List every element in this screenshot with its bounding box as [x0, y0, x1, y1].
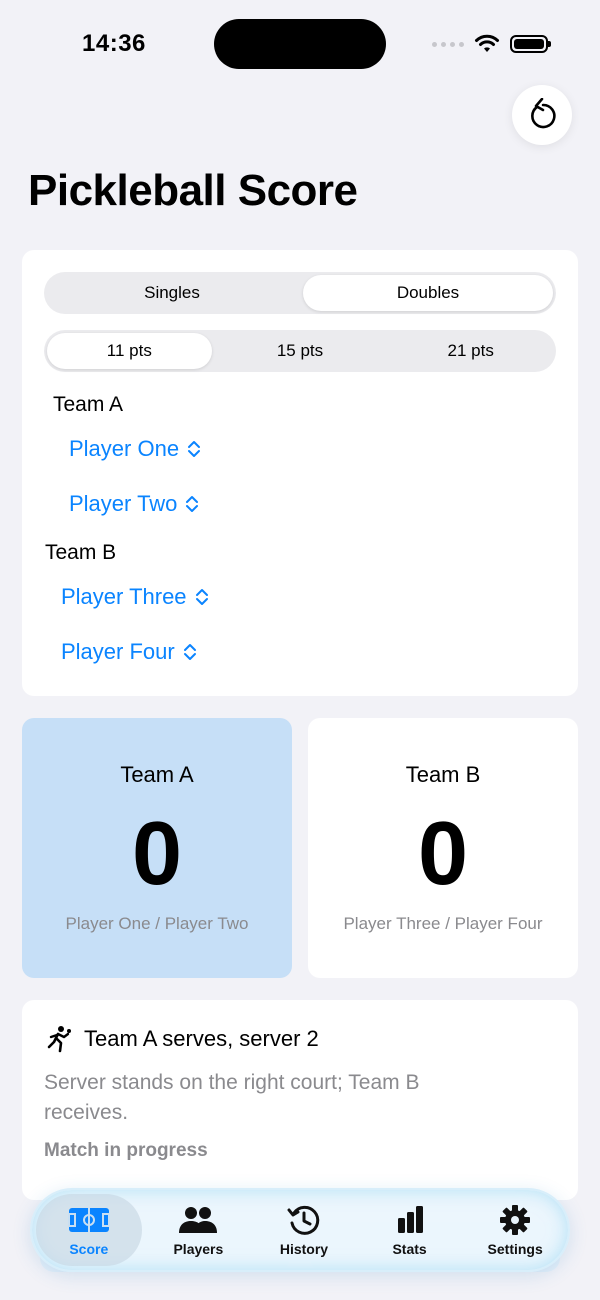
serve-description: Server stands on the right court; Team B…: [44, 1071, 420, 1124]
team-b-label: Team B: [45, 541, 117, 564]
team-a-player1-value: Player One: [69, 436, 180, 461]
match-status: Match in progress: [44, 1140, 208, 1161]
team-b-player2-picker[interactable]: Player Four: [61, 639, 197, 665]
team-a-player2-picker[interactable]: Player Two: [69, 491, 199, 517]
tab-bar: Score Players History Stats Settings: [30, 1188, 570, 1272]
tab-players-label: Players: [173, 1241, 224, 1257]
serve-title: Team A serves, server 2: [84, 1026, 319, 1051]
status-icons: [432, 34, 551, 54]
team-b-player1-picker[interactable]: Player Three: [61, 584, 209, 610]
chart-bars-icon: [397, 1206, 423, 1233]
match-setup-card: Singles Doubles 11 pts 15 pts 21 pts Tea…: [22, 250, 578, 696]
court-icon: [67, 1208, 110, 1232]
tab-history-label: History: [279, 1241, 329, 1257]
tab-settings-label: Settings: [487, 1241, 543, 1257]
team-a-player1-picker[interactable]: Player One: [69, 436, 201, 462]
points-11-option[interactable]: 11 pts: [47, 333, 212, 369]
team-a-players: Player One / Player Two: [65, 914, 249, 933]
points-15-option[interactable]: 15 pts: [218, 333, 383, 369]
battery-icon: [510, 35, 551, 53]
status-bar: 14:36: [0, 0, 600, 90]
chevron-up-down-icon: [183, 644, 196, 660]
team-a-label: Team A: [53, 393, 124, 416]
tab-score[interactable]: Score: [36, 1194, 142, 1266]
points-segmented-control: 11 pts 15 pts 21 pts: [44, 330, 556, 372]
tab-players[interactable]: Players: [146, 1190, 252, 1270]
mode-segmented-control: Singles Doubles: [44, 272, 556, 314]
team-b-players: Player Three / Player Four: [343, 914, 543, 933]
tab-stats-label: Stats: [392, 1241, 427, 1257]
tab-stats[interactable]: Stats: [357, 1190, 463, 1270]
team-a-score-card[interactable]: Team A 0 Player One / Player Two: [22, 718, 292, 978]
team-a-name: Team A: [120, 762, 194, 787]
gear-icon: [500, 1205, 531, 1235]
people-icon: [179, 1207, 218, 1233]
team-a-player2-value: Player Two: [69, 491, 178, 516]
tab-history[interactable]: History: [251, 1190, 357, 1270]
reset-icon: [531, 98, 556, 129]
page-title: Pickleball Score: [28, 166, 358, 215]
player-serving-icon: [47, 1026, 71, 1053]
chevron-up-down-icon: [195, 589, 208, 605]
signal-icon: [432, 41, 464, 47]
serve-info-card: Team A serves, server 2 Server stands on…: [22, 1000, 578, 1200]
status-time: 14:36: [82, 30, 146, 57]
tab-score-label: Score: [69, 1241, 109, 1257]
reset-button[interactable]: [512, 85, 572, 145]
team-b-name: Team B: [405, 762, 481, 787]
chevron-up-down-icon: [188, 441, 201, 457]
team-b-player1-value: Player Three: [61, 584, 187, 609]
team-b-score: 0: [417, 804, 469, 904]
dynamic-island: [214, 19, 386, 69]
chevron-up-down-icon: [186, 496, 199, 512]
mode-singles-option[interactable]: Singles: [47, 275, 297, 311]
tab-settings[interactable]: Settings: [462, 1190, 568, 1270]
team-b-score-card[interactable]: Team B 0 Player Three / Player Four: [308, 718, 578, 978]
history-icon: [287, 1205, 320, 1235]
team-b-player2-value: Player Four: [61, 639, 175, 664]
wifi-icon: [475, 34, 499, 52]
mode-doubles-option[interactable]: Doubles: [303, 275, 553, 311]
team-a-score: 0: [131, 804, 183, 904]
points-21-option[interactable]: 21 pts: [388, 333, 553, 369]
